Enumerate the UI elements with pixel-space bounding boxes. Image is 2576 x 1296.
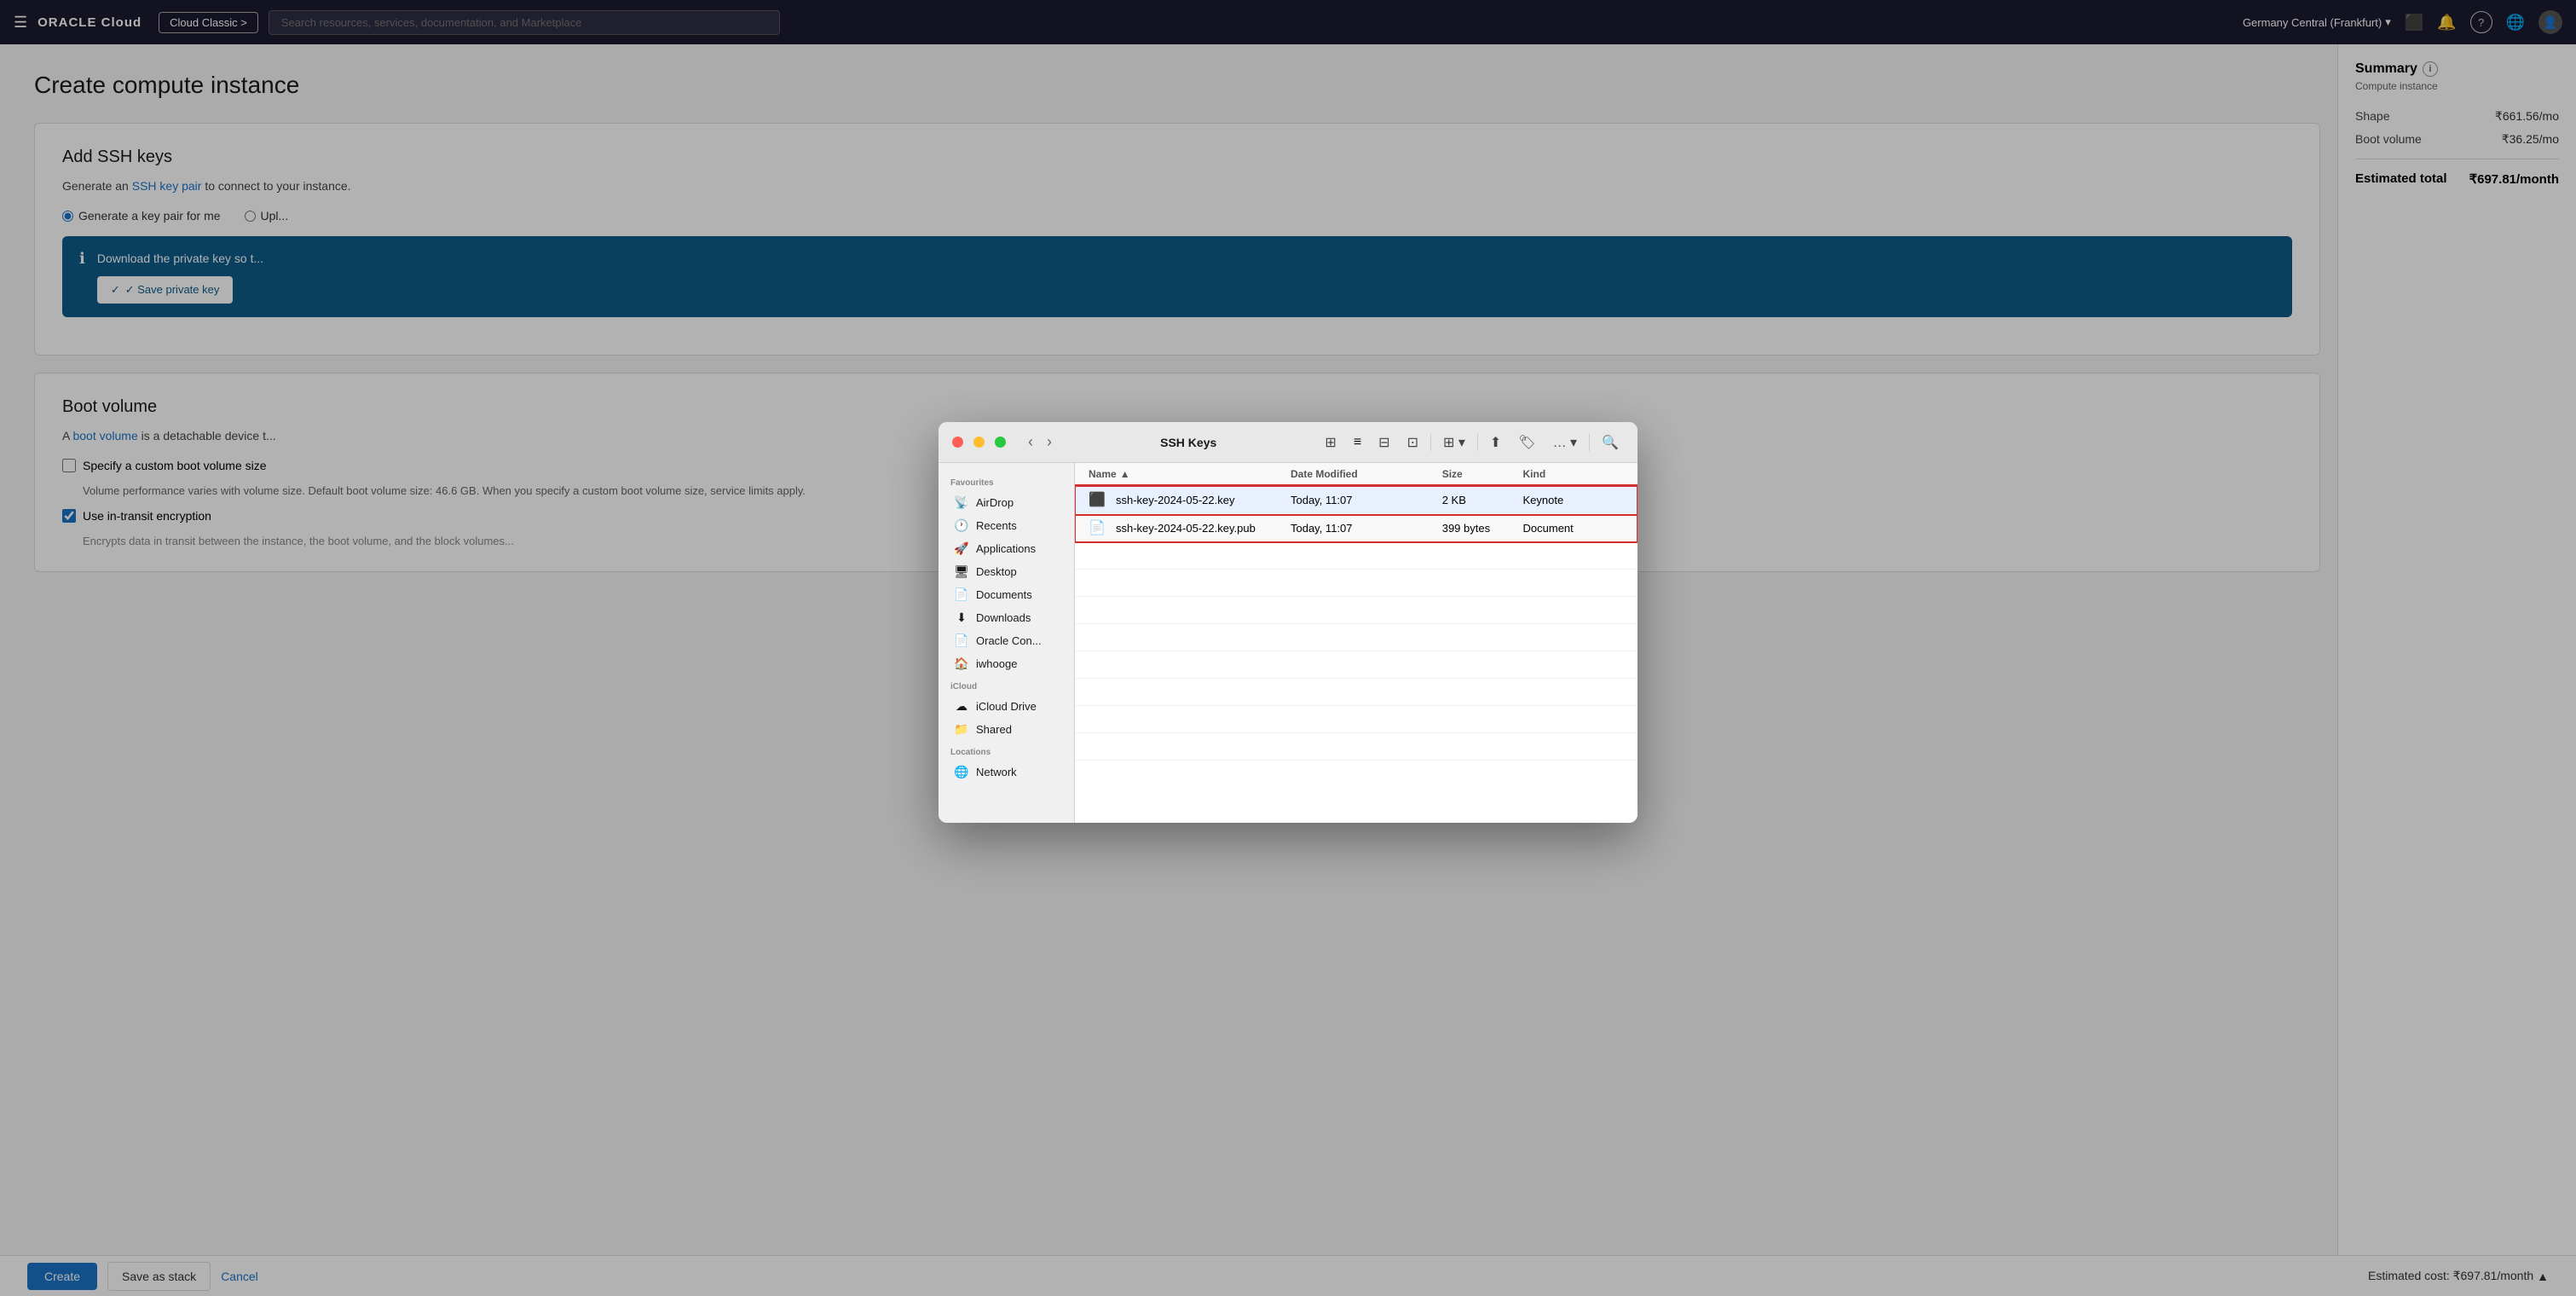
key-file-icon: ⬛ — [1089, 491, 1106, 508]
finder-titlebar: ‹ › SSH Keys ⊞ ≡ ⊟ ⊡ ⊞ ▾ ⬆ 🏷 … ▾ 🔍 — [939, 422, 1637, 463]
sidebar-iwhooge-label: iwhooge — [976, 657, 1017, 670]
toolbar-divider-2 — [1477, 434, 1478, 451]
sidebar-item-oracle[interactable]: 📄 Oracle Con... — [942, 629, 1071, 652]
finder-body: Favourites 📡 AirDrop 🕐 Recents 🚀 Applica… — [939, 463, 1637, 823]
sidebar-downloads-label: Downloads — [976, 611, 1031, 624]
more-button[interactable]: … ▾ — [1548, 431, 1582, 454]
empty-row — [1075, 597, 1637, 624]
sidebar-airdrop-label: AirDrop — [976, 496, 1014, 509]
sidebar-item-network[interactable]: 🌐 Network — [942, 761, 1071, 784]
back-button[interactable]: ‹ — [1023, 431, 1038, 453]
table-row[interactable]: ⬛ ssh-key-2024-05-22.key Today, 11:07 2 … — [1075, 486, 1637, 514]
kind-column-header: Kind — [1523, 468, 1624, 480]
file-modified-key: Today, 11:07 — [1291, 494, 1442, 506]
file-size-pub: 399 bytes — [1442, 522, 1523, 535]
file-size-key: 2 KB — [1442, 494, 1523, 506]
sidebar-network-label: Network — [976, 766, 1017, 778]
file-name-key: ⬛ ssh-key-2024-05-22.key — [1089, 491, 1291, 508]
desktop-icon: 🖥 — [954, 564, 969, 579]
columns-view-button[interactable]: ⊟ — [1373, 431, 1395, 454]
network-icon: 🌐 — [954, 765, 969, 779]
empty-row — [1075, 542, 1637, 570]
toolbar-divider-3 — [1589, 434, 1590, 451]
icloud-drive-icon: ☁ — [954, 699, 969, 714]
sidebar-icloud-label: iCloud Drive — [976, 700, 1037, 713]
group-by-button[interactable]: ⊞ ▾ — [1438, 431, 1470, 454]
finder-toolbar: ⊞ ≡ ⊟ ⊡ ⊞ ▾ ⬆ 🏷 … ▾ 🔍 — [1320, 431, 1624, 454]
modified-column-header: Date Modified — [1291, 468, 1442, 480]
grid-view-button[interactable]: ⊞ — [1320, 431, 1341, 454]
sidebar-item-recents[interactable]: 🕐 Recents — [942, 514, 1071, 537]
sidebar-item-downloads[interactable]: ⬇ Downloads — [942, 606, 1071, 629]
close-button[interactable] — [952, 437, 963, 448]
sidebar-documents-label: Documents — [976, 588, 1032, 601]
finder-nav: ‹ › — [1023, 431, 1057, 453]
finder-filelist: Name ▲ Date Modified Size Kind ⬛ ssh-key… — [1075, 463, 1637, 823]
file-name-pub: 📄 ssh-key-2024-05-22.key.pub — [1089, 519, 1291, 536]
downloads-icon: ⬇ — [954, 610, 969, 625]
empty-row — [1075, 733, 1637, 761]
size-column-header: Size — [1442, 468, 1523, 480]
oracle-folder-icon: 📄 — [954, 634, 969, 648]
finder-sidebar: Favourites 📡 AirDrop 🕐 Recents 🚀 Applica… — [939, 463, 1075, 823]
empty-row — [1075, 624, 1637, 651]
airdrop-icon: 📡 — [954, 495, 969, 510]
sort-arrow-icon: ▲ — [1120, 468, 1130, 480]
file-kind-pub: Document — [1523, 522, 1624, 535]
sidebar-desktop-label: Desktop — [976, 565, 1017, 578]
sidebar-item-desktop[interactable]: 🖥 Desktop — [942, 560, 1071, 583]
tag-button[interactable]: 🏷 — [1513, 431, 1540, 454]
pub-file-icon: 📄 — [1089, 519, 1106, 536]
name-column-header: Name ▲ — [1089, 468, 1291, 480]
toolbar-divider-1 — [1430, 434, 1431, 451]
favourites-label: Favourites — [939, 472, 1074, 491]
sidebar-item-shared[interactable]: 📁 Shared — [942, 718, 1071, 741]
filelist-header: Name ▲ Date Modified Size Kind — [1075, 463, 1637, 486]
sidebar-shared-label: Shared — [976, 723, 1012, 736]
empty-row — [1075, 706, 1637, 733]
empty-row — [1075, 679, 1637, 706]
file-modified-pub: Today, 11:07 — [1291, 522, 1442, 535]
search-button[interactable]: 🔍 — [1597, 431, 1624, 454]
sidebar-item-airdrop[interactable]: 📡 AirDrop — [942, 491, 1071, 514]
sidebar-item-icloud-drive[interactable]: ☁ iCloud Drive — [942, 695, 1071, 718]
empty-row — [1075, 651, 1637, 679]
forward-button[interactable]: › — [1042, 431, 1057, 453]
sidebar-item-applications[interactable]: 🚀 Applications — [942, 537, 1071, 560]
sidebar-oracle-label: Oracle Con... — [976, 634, 1042, 647]
finder-overlay: ‹ › SSH Keys ⊞ ≡ ⊟ ⊡ ⊞ ▾ ⬆ 🏷 … ▾ 🔍 — [0, 0, 2576, 1296]
icloud-label: iCloud — [939, 675, 1074, 695]
minimize-button[interactable] — [973, 437, 985, 448]
sidebar-applications-label: Applications — [976, 542, 1036, 555]
sidebar-recents-label: Recents — [976, 519, 1017, 532]
share-button[interactable]: ⬆ — [1485, 431, 1506, 454]
gallery-view-button[interactable]: ⊡ — [1402, 431, 1424, 454]
sidebar-item-iwhooge[interactable]: 🏠 iwhooge — [942, 652, 1071, 675]
shared-icon: 📁 — [954, 722, 969, 737]
sidebar-item-documents[interactable]: 📄 Documents — [942, 583, 1071, 606]
home-icon: 🏠 — [954, 657, 969, 671]
finder-title: SSH Keys — [1067, 436, 1309, 449]
file-kind-key: Keynote — [1523, 494, 1624, 506]
recents-icon: 🕐 — [954, 518, 969, 533]
documents-icon: 📄 — [954, 587, 969, 602]
maximize-button[interactable] — [995, 437, 1006, 448]
finder-window: ‹ › SSH Keys ⊞ ≡ ⊟ ⊡ ⊞ ▾ ⬆ 🏷 … ▾ 🔍 — [939, 422, 1637, 823]
list-view-button[interactable]: ≡ — [1349, 432, 1366, 453]
table-row[interactable]: 📄 ssh-key-2024-05-22.key.pub Today, 11:0… — [1075, 514, 1637, 542]
locations-label: Locations — [939, 741, 1074, 761]
empty-row — [1075, 570, 1637, 597]
applications-icon: 🚀 — [954, 541, 969, 556]
